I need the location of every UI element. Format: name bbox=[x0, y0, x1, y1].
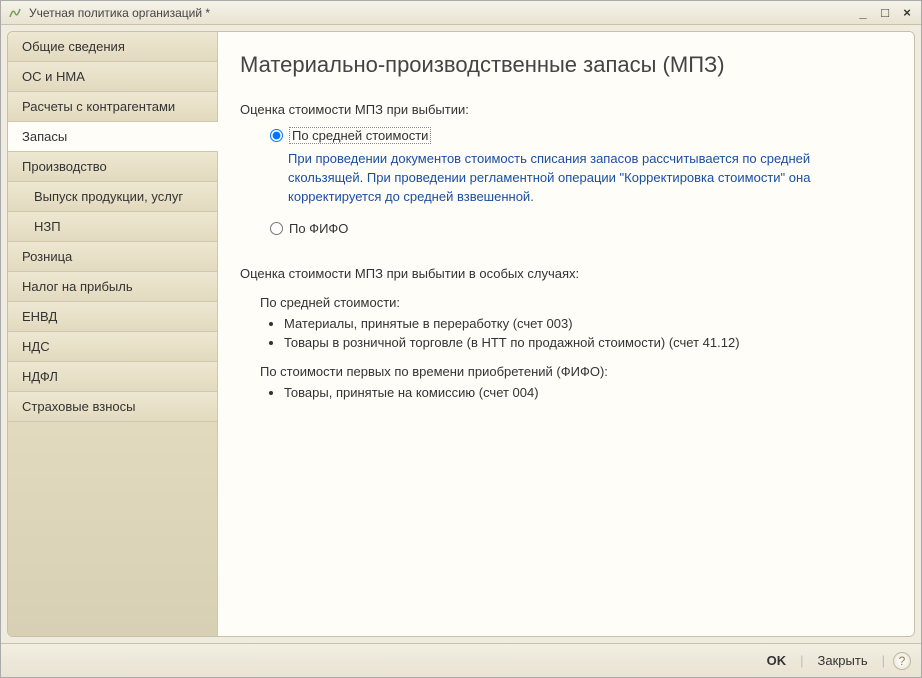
titlebar: Учетная политика организаций * _ □ × bbox=[1, 1, 921, 25]
sidebar-item-label: Налог на прибыль bbox=[22, 279, 133, 294]
content-area: Общие сведения ОС и НМА Расчеты с контра… bbox=[1, 25, 921, 643]
radio-row-fifo[interactable]: По ФИФО bbox=[270, 221, 886, 236]
help-icon: ? bbox=[899, 654, 906, 668]
sidebar-item-label: НДС bbox=[22, 339, 50, 354]
avg-hint-text: При проведении документов стоимость спис… bbox=[288, 150, 858, 207]
special-fifo-list: Товары, принятые на комиссию (счет 004) bbox=[284, 385, 886, 400]
app-icon bbox=[7, 5, 23, 21]
sidebar-item-retail[interactable]: Розница bbox=[8, 242, 218, 272]
page-heading: Материально-производственные запасы (МПЗ… bbox=[240, 52, 886, 78]
window-controls: _ □ × bbox=[855, 6, 915, 20]
special-fifo-heading: По стоимости первых по времени приобрете… bbox=[260, 364, 886, 379]
sidebar-item-production[interactable]: Производство bbox=[8, 152, 218, 182]
sidebar-item-label: НЗП bbox=[34, 219, 61, 234]
valuation-radio-group: По средней стоимости При проведении доку… bbox=[270, 127, 886, 236]
special-cases-block: Оценка стоимости МПЗ при выбытии в особы… bbox=[240, 266, 886, 400]
special-heading: Оценка стоимости МПЗ при выбытии в особы… bbox=[240, 266, 886, 281]
app-window: Учетная политика организаций * _ □ × Общ… bbox=[0, 0, 922, 678]
minimize-button[interactable]: _ bbox=[855, 6, 871, 20]
close-button[interactable]: Закрыть bbox=[808, 650, 878, 671]
separator: | bbox=[800, 653, 803, 668]
radio-avg-label: По средней стоимости bbox=[289, 127, 431, 144]
sidebar-item-ndfl[interactable]: НДФЛ bbox=[8, 362, 218, 392]
sidebar-item-envd[interactable]: ЕНВД bbox=[8, 302, 218, 332]
sidebar-item-label: Розница bbox=[22, 249, 72, 264]
radio-avg[interactable] bbox=[270, 129, 283, 142]
maximize-button[interactable]: □ bbox=[877, 6, 893, 20]
radio-fifo[interactable] bbox=[270, 222, 283, 235]
sidebar-item-general[interactable]: Общие сведения bbox=[8, 32, 218, 62]
sidebar-item-vat[interactable]: НДС bbox=[8, 332, 218, 362]
sidebar-item-label: Выпуск продукции, услуг bbox=[34, 189, 183, 204]
sidebar-item-output[interactable]: Выпуск продукции, услуг bbox=[8, 182, 218, 212]
sidebar-item-label: Запасы bbox=[22, 129, 67, 144]
radio-row-avg[interactable]: По средней стоимости bbox=[270, 127, 886, 144]
radio-fifo-label: По ФИФО bbox=[289, 221, 348, 236]
sidebar-item-os-nma[interactable]: ОС и НМА bbox=[8, 62, 218, 92]
list-item: Материалы, принятые в переработку (счет … bbox=[284, 316, 886, 331]
sidebar-item-label: ЕНВД bbox=[22, 309, 57, 324]
sidebar-item-label: ОС и НМА bbox=[22, 69, 85, 84]
sidebar-item-wip[interactable]: НЗП bbox=[8, 212, 218, 242]
main-panel: Материально-производственные запасы (МПЗ… bbox=[218, 32, 914, 636]
sidebar-item-settlements[interactable]: Расчеты с контрагентами bbox=[8, 92, 218, 122]
special-avg-heading: По средней стоимости: bbox=[260, 295, 886, 310]
separator: | bbox=[882, 653, 885, 668]
sidebar-item-label: Расчеты с контрагентами bbox=[22, 99, 175, 114]
list-item: Товары, принятые на комиссию (счет 004) bbox=[284, 385, 886, 400]
sidebar-item-profit-tax[interactable]: Налог на прибыль bbox=[8, 272, 218, 302]
special-avg-list: Материалы, принятые в переработку (счет … bbox=[284, 316, 886, 350]
ok-button[interactable]: OK bbox=[757, 650, 797, 671]
sidebar-item-label: Общие сведения bbox=[22, 39, 125, 54]
sidebar-item-label: Страховые взносы bbox=[22, 399, 135, 414]
sidebar-spacer bbox=[8, 422, 218, 636]
sidebar: Общие сведения ОС и НМА Расчеты с контра… bbox=[8, 32, 218, 636]
close-window-button[interactable]: × bbox=[899, 6, 915, 20]
window-title: Учетная политика организаций * bbox=[29, 6, 855, 20]
inner-panel: Общие сведения ОС и НМА Расчеты с контра… bbox=[7, 31, 915, 637]
sidebar-item-label: Производство bbox=[22, 159, 107, 174]
sidebar-item-inventory[interactable]: Запасы bbox=[8, 122, 218, 152]
footer: OK | Закрыть | ? bbox=[1, 643, 921, 677]
list-item: Товары в розничной торговле (в НТТ по пр… bbox=[284, 335, 886, 350]
sidebar-item-label: НДФЛ bbox=[22, 369, 58, 384]
valuation-label: Оценка стоимости МПЗ при выбытии: bbox=[240, 102, 886, 117]
help-button[interactable]: ? bbox=[893, 652, 911, 670]
sidebar-item-insurance[interactable]: Страховые взносы bbox=[8, 392, 218, 422]
